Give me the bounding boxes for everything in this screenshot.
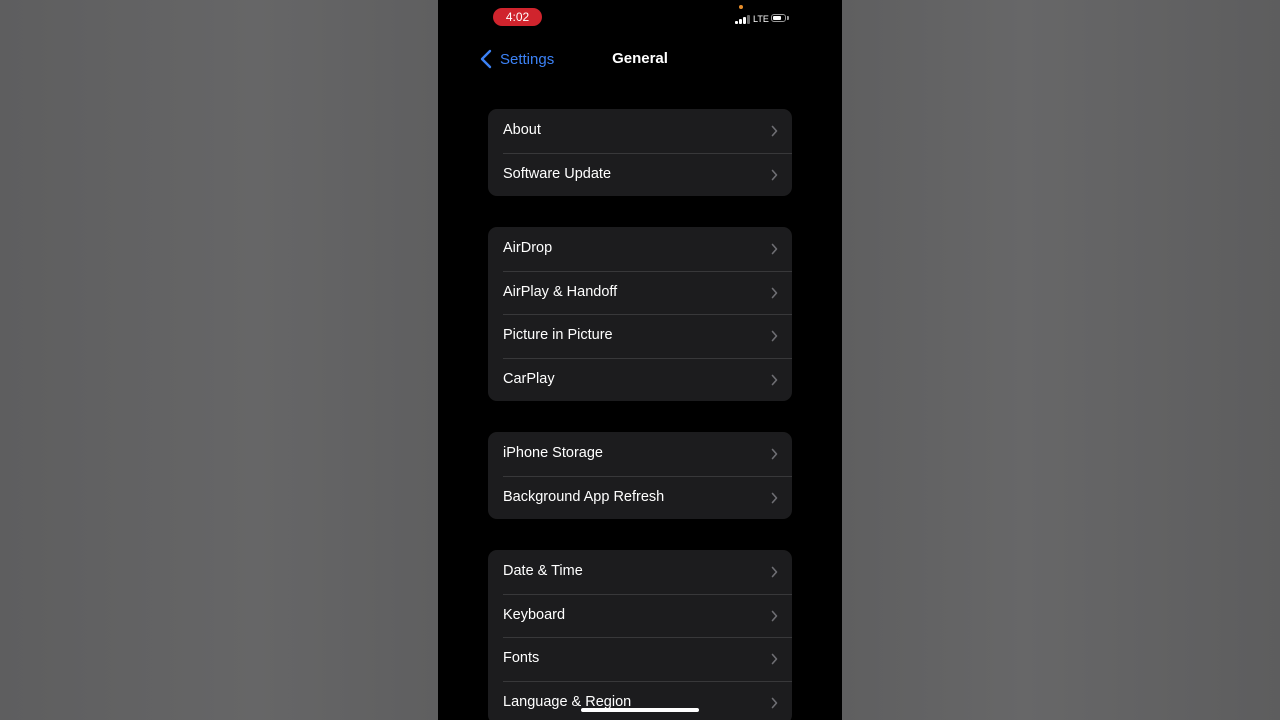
status-time-pill[interactable]: 4:02 — [493, 8, 542, 26]
settings-row-label: Date & Time — [503, 563, 583, 579]
settings-row[interactable]: AirDrop — [488, 227, 792, 271]
chevron-right-icon — [771, 374, 778, 385]
settings-row-label: About — [503, 122, 541, 138]
chevron-right-icon — [771, 697, 778, 708]
settings-row-label: iPhone Storage — [503, 445, 603, 461]
chevron-right-icon — [771, 492, 778, 503]
settings-row-label: Fonts — [503, 650, 540, 666]
chevron-right-icon — [771, 243, 778, 255]
battery-tip — [787, 16, 789, 20]
page-title: General — [612, 50, 668, 67]
microphone-indicator-icon — [739, 5, 743, 9]
settings-row-label: Language & Region — [503, 693, 632, 710]
settings-group: AirDrop AirPlay & Handoff Picture in Pictu… — [488, 227, 792, 401]
chevron-right-icon — [771, 125, 778, 137]
settings-row[interactable]: Keyboard — [488, 593, 792, 638]
settings-row[interactable]: Picture in Picture — [488, 314, 792, 358]
settings-row-label: Keyboard — [503, 606, 566, 623]
settings-row-label: Background App Refresh — [503, 488, 665, 505]
settings-group: Date & Time Keyboard Fonts Language & Regio… — [488, 550, 792, 720]
settings-row-label: CarPlay — [503, 370, 555, 387]
signal-bar — [735, 21, 738, 24]
settings-group: iPhone Storage Background App Refresh — [488, 432, 792, 519]
signal-bar — [739, 19, 742, 24]
settings-row[interactable]: Fonts — [488, 637, 792, 681]
settings-row[interactable]: Background App Refresh — [488, 475, 792, 520]
settings-row-label: Software Update — [503, 165, 612, 182]
settings-row-label: Picture in Picture — [503, 327, 613, 343]
settings-group: About Software Update — [488, 109, 792, 196]
battery-icon — [771, 14, 786, 22]
settings-row[interactable]: CarPlay — [488, 357, 792, 402]
cellular-signal-icon — [735, 13, 751, 24]
chevron-right-icon — [771, 448, 778, 460]
chevron-right-icon — [771, 610, 778, 621]
chevron-right-icon — [771, 169, 778, 180]
settings-row-label: AirDrop — [503, 240, 553, 256]
signal-bar — [747, 15, 750, 24]
settings-row[interactable]: Software Update — [488, 152, 792, 197]
signal-bar — [743, 17, 746, 24]
settings-row[interactable]: Date & Time — [488, 550, 792, 594]
chevron-right-icon — [771, 566, 778, 578]
network-type-label: LTE — [753, 14, 769, 24]
settings-row[interactable]: AirPlay & Handoff — [488, 270, 792, 315]
settings-row[interactable]: Language & Region — [488, 680, 792, 720]
phone-screen: 4:02 LTE Settings General About Software … — [438, 0, 842, 720]
chevron-right-icon — [771, 330, 778, 342]
settings-row-label: AirPlay & Handoff — [503, 283, 618, 300]
settings-row[interactable]: About — [488, 109, 792, 153]
chevron-right-icon — [771, 653, 778, 665]
chevron-right-icon — [771, 287, 778, 298]
settings-row[interactable]: iPhone Storage — [488, 432, 792, 476]
battery-level-fill — [773, 16, 781, 20]
home-indicator[interactable] — [581, 708, 699, 712]
